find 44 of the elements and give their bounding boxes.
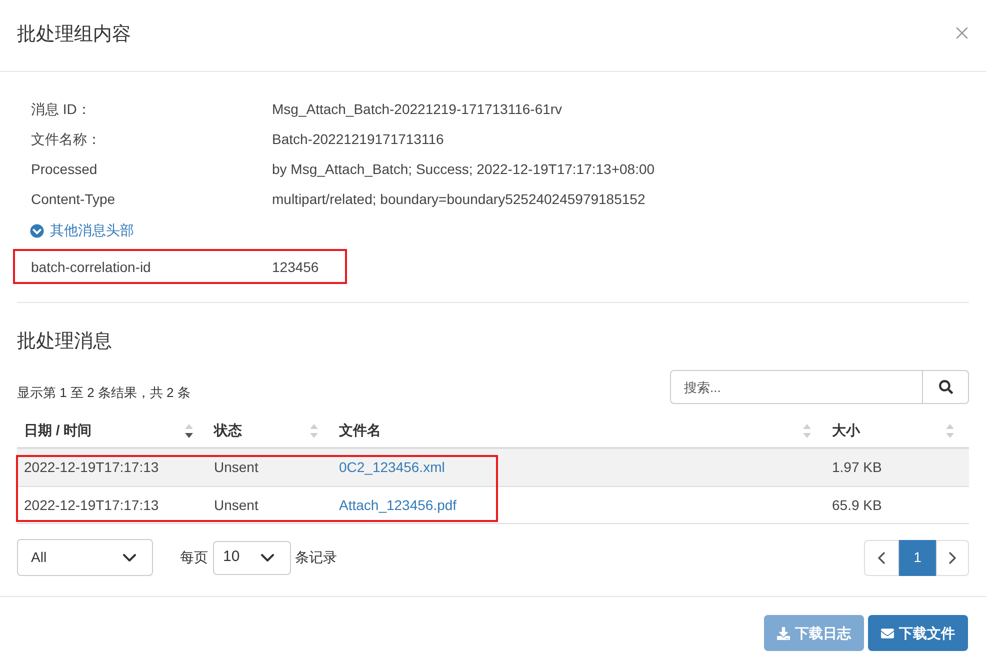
detail-label: Processed (31, 160, 98, 178)
detail-value: Batch-20221219171713116 (272, 130, 444, 148)
chevron-down-icon (30, 224, 44, 238)
chevron-down-icon (261, 554, 274, 562)
table-cell-text: 65.9 KB (831, 496, 883, 514)
chevron-right-icon (949, 552, 956, 564)
table-cell-text: 1.97 KB (831, 458, 883, 477)
search-icon (938, 380, 952, 394)
header-label: batch-correlation-id (31, 258, 152, 276)
detail-value: Msg_Attach_Batch-20221219-171713116-61rv (272, 100, 562, 119)
chevron-down-icon (123, 554, 136, 562)
results-info: 显示第 1 至 2 条结果，共 2 条 (17, 384, 190, 402)
detail-label: 消息 ID： (31, 100, 92, 118)
envelope-icon (881, 626, 894, 640)
search-field[interactable]: 搜索... (670, 370, 923, 404)
column-header[interactable]: 文件名 (332, 414, 825, 447)
page-size-suffix: 条记录 (295, 548, 337, 567)
download-icon (777, 626, 790, 640)
column-header[interactable]: 状态 (207, 414, 332, 447)
column-header[interactable]: 大小 (825, 414, 968, 447)
file-link[interactable]: Attach_123456.pdf (339, 496, 457, 512)
page-size-select[interactable]: 10 (213, 540, 291, 574)
table-cell-text: Unsent (213, 458, 260, 477)
filter-select[interactable]: All (17, 539, 153, 576)
chevron-left-icon (878, 552, 885, 564)
download-button[interactable]: 下载文件 (868, 615, 968, 651)
section-title: 批处理消息 (17, 330, 113, 354)
page-size-prefix: 每页 (180, 548, 208, 567)
table-cell-text: Unsent (213, 496, 260, 514)
header-value: 123456 (272, 258, 319, 276)
table-cell-text: 2022-12-19T17:17:13 (23, 458, 160, 477)
detail-value: by Msg_Attach_Batch; Success; 2022-12-19T17:17:13+08:00 (272, 160, 655, 179)
detail-label: 文件名称： (31, 130, 102, 148)
file-link[interactable]: 0C2_123456.xml (339, 459, 445, 475)
dialog-title: 批处理组内容 (17, 23, 131, 48)
table-cell-text: 2022-12-19T17:17:13 (23, 496, 160, 514)
detail-value: multipart/related; boundary=boundary525240245979185152 (272, 190, 646, 209)
detail-label: Content-Type (31, 190, 116, 209)
headers-toggle-link[interactable]: 其他消息头部 (30, 220, 134, 241)
next-page-button[interactable] (936, 540, 969, 576)
page-button[interactable]: 1 (899, 540, 936, 576)
search-button[interactable] (923, 370, 969, 404)
column-header[interactable]: 日期 / 时间 (17, 414, 207, 447)
previous-page-button[interactable] (864, 540, 899, 576)
